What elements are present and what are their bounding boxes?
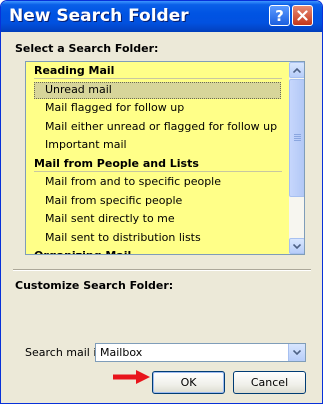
list-group-header: Mail from People and Lists [26, 155, 288, 173]
help-button[interactable]: ? [269, 5, 290, 26]
divider [13, 269, 311, 271]
chevron-down-icon [293, 350, 301, 355]
list-item-label: Mail from specific people [45, 194, 183, 207]
list-item-selected[interactable]: Unread mail [26, 81, 288, 99]
list-group-header-label: Reading Mail [34, 64, 115, 77]
title-bar[interactable]: New Search Folder ? [1, 1, 322, 32]
group-separator [34, 171, 282, 172]
dropdown-button[interactable] [288, 344, 305, 361]
search-folder-list[interactable]: Reading Mail Unread mail Mail flagged for … [25, 61, 305, 255]
list-item-label: Unread mail [45, 83, 112, 96]
list-item[interactable]: Mail flagged for follow up [26, 99, 288, 117]
search-mail-in-value: Mailbox [100, 346, 143, 359]
list-group-header-label: Organizing Mail [34, 249, 131, 254]
group-separator [34, 78, 282, 79]
search-folder-list-items: Reading Mail Unread mail Mail flagged for … [26, 62, 288, 254]
thumb-grip-line [294, 138, 301, 139]
ok-button[interactable]: OK [152, 371, 225, 394]
help-icon: ? [275, 6, 284, 25]
list-item-label: Important mail [45, 138, 127, 151]
list-scrollbar[interactable] [289, 62, 304, 254]
chevron-up-icon [293, 67, 301, 73]
list-group-header: Organizing Mail [26, 247, 288, 254]
customize-search-folder-label: Customize Search Folder: [15, 279, 174, 292]
list-item[interactable]: Mail sent directly to me [26, 210, 288, 228]
scroll-thumb[interactable] [289, 79, 304, 197]
list-item-label: Mail from and to specific people [45, 175, 222, 188]
list-item[interactable]: Mail from specific people [26, 192, 288, 210]
list-item-label: Mail flagged for follow up [45, 101, 185, 114]
list-group-header: Reading Mail [26, 62, 288, 80]
red-arrow-pointer-icon [113, 370, 150, 384]
list-item[interactable]: Mail sent to distribution lists [26, 229, 288, 247]
list-item[interactable]: Important mail [26, 136, 288, 154]
new-search-folder-dialog: New Search Folder ? Select a Search Fold… [0, 0, 323, 404]
select-search-folder-label: Select a Search Folder: [15, 42, 159, 55]
list-item-label: Mail sent directly to me [45, 212, 175, 225]
window-title: New Search Folder [9, 6, 189, 26]
search-mail-in-dropdown[interactable]: Mailbox [95, 343, 306, 362]
close-button[interactable] [292, 5, 313, 26]
list-group-header-label: Mail from People and Lists [34, 157, 199, 170]
chevron-down-icon [293, 243, 301, 249]
list-item[interactable]: Mail from and to specific people [26, 173, 288, 191]
scroll-down-button[interactable] [289, 238, 304, 254]
scroll-up-button[interactable] [289, 62, 304, 78]
thumb-grip-line [294, 140, 301, 141]
thumb-grip-line [294, 136, 301, 137]
close-icon [297, 10, 308, 21]
list-item[interactable]: Mail either unread or flagged for follow… [26, 118, 288, 136]
cancel-button[interactable]: Cancel [233, 371, 306, 394]
thumb-grip-line [294, 134, 301, 135]
list-item-label: Mail either unread or flagged for follow… [45, 120, 278, 133]
list-item-label: Mail sent to distribution lists [45, 231, 201, 244]
